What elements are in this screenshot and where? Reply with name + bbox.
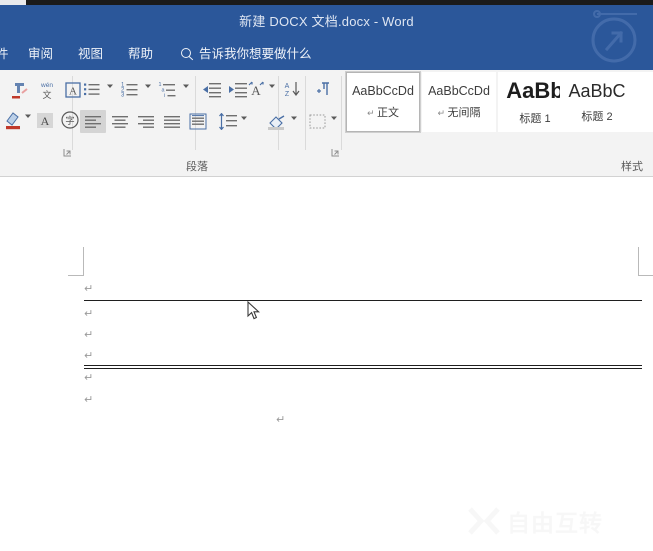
- document-page[interactable]: ↵ ↵ ↵ ↵ ↵ ↵ ↵: [0, 177, 653, 551]
- ribbon-tab-strip: 件审阅视图帮助 告诉我你想要做什么: [0, 38, 653, 70]
- group-paragraph-label: 段落: [186, 158, 208, 176]
- document-canvas[interactable]: ↵↵↵↵↵↵↵ 自由互转: [0, 177, 653, 551]
- borders-icon[interactable]: [306, 110, 330, 133]
- tab-help[interactable]: 帮助: [128, 38, 153, 70]
- paragraph-mark: ↵: [84, 394, 93, 405]
- table-border-rule-top: [84, 300, 642, 301]
- svg-text:A: A: [41, 114, 50, 128]
- numbering-icon[interactable]: 123: [118, 78, 142, 100]
- style-name-label: 标题 2: [581, 108, 612, 124]
- style-name-text: 标题 2: [581, 111, 612, 123]
- style-name-text: 无间隔: [448, 107, 481, 119]
- paragraph-dialog-launcher[interactable]: [331, 148, 340, 157]
- paragraph-mark-icon: ↵: [367, 108, 377, 118]
- margin-corner-top-left: [68, 247, 84, 277]
- table-border-rule-bottom: [84, 365, 642, 366]
- paragraph-mark-icon: ↵: [437, 108, 447, 118]
- tab-file-clipped[interactable]: 件: [0, 38, 9, 70]
- document-content: ↵ ↵ ↵ ↵ ↵ ↵ ↵: [0, 177, 653, 551]
- align-right-icon[interactable]: [134, 110, 158, 133]
- word-window: 新建 DOCX 文档.docx - Word 件审阅视图帮助告诉我你想要做什么 …: [0, 0, 653, 551]
- justify-icon[interactable]: [160, 110, 184, 133]
- text-highlight-dropdown[interactable]: [24, 112, 31, 119]
- style-card-heading-2[interactable]: AaBbC 标题 2: [560, 72, 634, 132]
- ribbon-separator: [341, 76, 342, 150]
- align-left-icon[interactable]: [80, 110, 106, 133]
- paragraph-mark: ↵: [84, 372, 93, 383]
- bullets-dropdown[interactable]: [106, 82, 113, 89]
- svg-text:A: A: [69, 86, 77, 98]
- numbering-dropdown[interactable]: [144, 82, 151, 89]
- svg-text:A: A: [285, 83, 290, 90]
- paragraph-mark: ↵: [276, 414, 285, 425]
- paragraph-mark: ↵: [84, 329, 93, 340]
- distribute-icon[interactable]: [186, 110, 210, 133]
- line-spacing-dropdown[interactable]: [240, 114, 247, 121]
- mouse-pointer: [247, 301, 260, 321]
- shading-icon[interactable]: [264, 110, 290, 133]
- style-name-label: 标题 1: [519, 110, 550, 126]
- tab-review[interactable]: 审阅: [28, 38, 53, 70]
- multilevel-list-icon[interactable]: 1ai: [156, 78, 180, 100]
- group-styles-label: 样式: [621, 158, 643, 176]
- borders-dropdown[interactable]: [330, 114, 337, 121]
- search-icon: [180, 47, 194, 61]
- title-bar: 新建 DOCX 文档.docx - Word: [0, 5, 653, 38]
- table-border-rule-bottom: [84, 368, 642, 369]
- line-spacing-icon[interactable]: [216, 110, 240, 133]
- east-asian-dropdown[interactable]: [268, 82, 275, 89]
- style-sample-text: AaBbCcDd: [352, 84, 414, 98]
- text-highlight-color-icon[interactable]: [2, 108, 24, 132]
- window-title: 新建 DOCX 文档.docx - Word: [0, 5, 653, 38]
- style-name-text: 标题 1: [519, 113, 550, 125]
- bullets-icon[interactable]: [80, 78, 104, 100]
- style-name-label: ↵ 无间隔: [437, 104, 480, 120]
- svg-text:3: 3: [121, 93, 125, 99]
- tab-view[interactable]: 视图: [78, 38, 103, 70]
- paragraph-mark: ↵: [84, 308, 93, 319]
- style-sample-text: AaBbC: [568, 81, 625, 102]
- svg-text:wén: wén: [40, 82, 53, 89]
- font-dialog-launcher[interactable]: [63, 148, 72, 157]
- style-sample-text: AaBb: [506, 78, 563, 104]
- margin-corner-top-right: [638, 247, 653, 277]
- tell-me-search[interactable]: 告诉我你想要做什么: [180, 38, 312, 70]
- show-formatting-marks-icon[interactable]: [314, 78, 336, 100]
- svg-text:A: A: [251, 83, 261, 98]
- tell-me-label: 告诉我你想要做什么: [199, 38, 312, 70]
- align-center-icon[interactable]: [108, 110, 132, 133]
- style-card-body[interactable]: AaBbCcDd ↵ 正文: [346, 72, 420, 132]
- decrease-indent-icon[interactable]: [200, 78, 224, 100]
- phonetic-guide-icon[interactable]: wén文: [34, 78, 60, 102]
- style-name-text: 正文: [377, 107, 399, 119]
- character-shading-icon[interactable]: A: [34, 108, 56, 132]
- style-sample-text: AaBbCcDd: [428, 84, 490, 98]
- east-asian-layout-icon[interactable]: A: [244, 78, 268, 100]
- sort-icon[interactable]: AZ: [282, 78, 304, 100]
- multilevel-dropdown[interactable]: [182, 82, 189, 89]
- shading-dropdown[interactable]: [290, 114, 297, 121]
- svg-text:文: 文: [42, 89, 51, 100]
- styles-gallery: AaBbCcDd ↵ 正文 AaBbCcDd ↵ 无间隔 AaBb 标题 1 AaBbC 标题…: [346, 72, 653, 158]
- svg-text:Z: Z: [285, 91, 290, 98]
- style-card-no-spacing[interactable]: AaBbCcDd ↵ 无间隔: [422, 72, 496, 132]
- svg-text:字: 字: [65, 115, 75, 127]
- style-card-heading-3-clipped[interactable]: A: [628, 72, 653, 132]
- enclose-characters-icon[interactable]: 字: [58, 108, 82, 132]
- clear-all-formatting-icon[interactable]: [6, 78, 32, 102]
- style-name-label: ↵ 正文: [367, 104, 399, 120]
- ribbon-group-labels: 段落 样式: [0, 158, 653, 176]
- paragraph-mark: ↵: [84, 283, 93, 294]
- svg-text:i: i: [164, 93, 165, 98]
- paragraph-mark: ↵: [84, 350, 93, 361]
